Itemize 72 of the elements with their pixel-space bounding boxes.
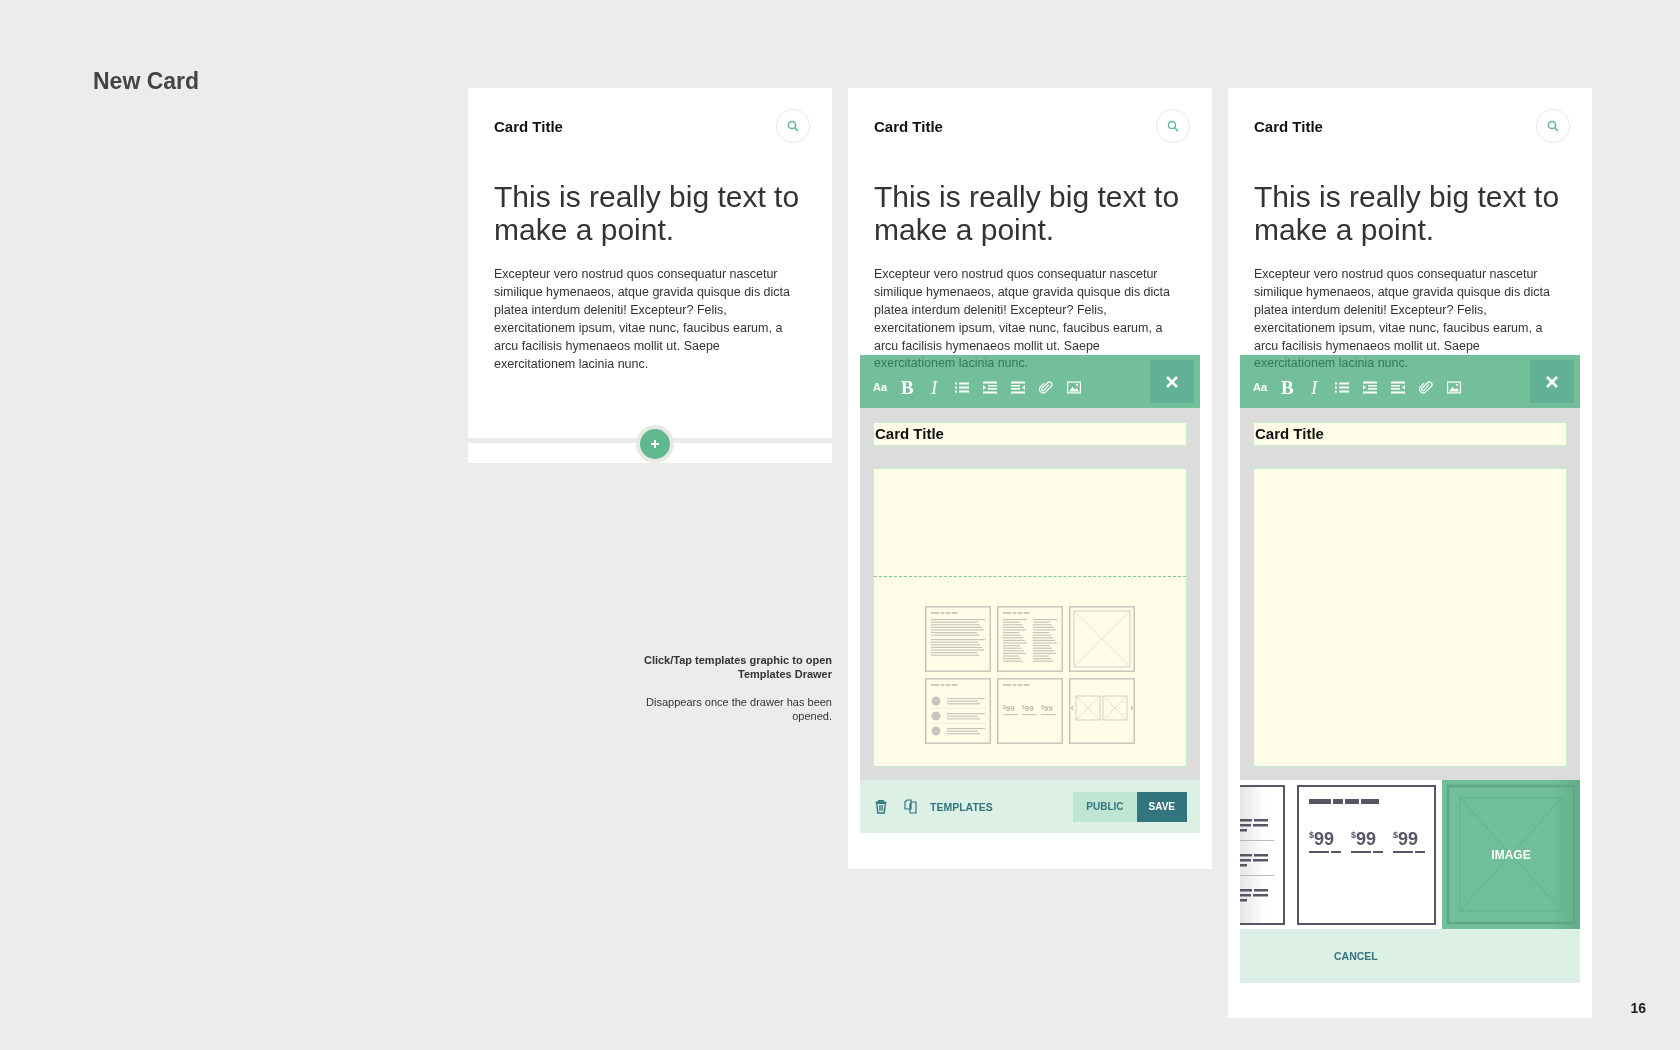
indent-icon[interactable] [983,380,997,394]
template-thumbnail[interactable] [925,606,991,672]
bold-button[interactable]: B [901,377,914,397]
indent-icon[interactable] [1363,380,1377,394]
card-title: Card Title [874,117,943,135]
add-button[interactable] [636,425,674,463]
price-text: $^{$}$99 [1393,827,1420,848]
template-thumbnail[interactable] [997,606,1063,672]
headline-text: This is really big text to make a point. [874,180,1181,246]
annotation-note: Disappears once the drawer has been opened. [645,695,832,723]
close-icon [1545,374,1559,389]
image-icon[interactable] [1067,380,1081,394]
search-icon [787,120,799,132]
search-button[interactable] [776,109,810,143]
image-icon[interactable] [1447,380,1461,394]
body-text: Excepteur vero nostrud quos consequatur nascetur similique hymenaeos, atque gravida quisque dis dicta platea interdum deleniti! Excepteur? Felis, exercitationem ipsum, vitae nunc, faucibus earum, a arcu facilisis hymenaeos mollit ut. Saepe [874,266,1171,355]
font-size-button[interactable]: Aa [873,381,887,393]
close-icon [1165,374,1179,389]
body-text: Excepteur vero nostrud quos consequatur nascetur similique hymenaeos, atque gravida quisque dis dicta platea interdum deleniti! Excepteur? Felis, exercitationem ipsum, vitae nunc, faucibus earum, a arcu facilisis hymenaeos mollit ut. Saepe exercitationem lacinia nunc. [494,266,791,373]
annotation-heading: Click/Tap templates graphic to open Templates Drawer [642,653,832,681]
search-button[interactable] [1536,109,1570,143]
headline-text: This is really big text to make a point. [1254,180,1561,246]
public-button[interactable]: PUBLIC [1073,791,1137,822]
font-size-button[interactable]: Aa [1253,381,1267,393]
search-icon [1547,120,1559,132]
title-field[interactable]: Card Title [1253,422,1567,446]
body-field[interactable]: $^{$}$99 $^{$}$99 $^{$}$99 [873,468,1187,767]
copy-icon[interactable] [904,799,918,814]
template-tile[interactable] [1240,784,1285,925]
bulleted-list-icon[interactable] [955,380,969,394]
trash-icon[interactable] [874,799,888,814]
template-thumbnail[interactable] [925,678,991,744]
body-field[interactable] [1253,468,1567,767]
save-button[interactable]: SAVE [1136,791,1187,822]
close-button[interactable] [1530,360,1574,403]
price-text: $^{$}$99 [1022,704,1034,713]
caption-placeholder-drawing [1351,850,1383,853]
outdent-icon[interactable] [1391,380,1405,394]
price-text: $^{$}$99 [1003,704,1015,713]
template-thumbnail[interactable] [1069,606,1135,672]
card-title: Card Title [494,117,563,135]
price-text: $^{$}$99 [1351,827,1378,848]
caption-placeholder-drawing [1393,850,1425,853]
search-icon [1167,120,1179,132]
heading-placeholder-drawing [1309,798,1379,804]
search-button[interactable] [1156,109,1190,143]
title-field[interactable]: Card Title [873,422,1187,446]
templates-button[interactable]: TEMPLATES [930,800,993,813]
bold-button[interactable]: B [1281,377,1294,397]
card-title: Card Title [1254,117,1323,135]
template-thumbnail[interactable]: $^{$}$99 $^{$}$99 $^{$}$99 [997,678,1063,744]
plus-icon [650,439,660,449]
page-title: New Card [93,68,201,95]
body-text: Excepteur vero nostrud quos consequatur nascetur similique hymenaeos, atque gravida quisque dis dicta platea interdum deleniti! Excepteur? Felis, exercitationem ipsum, vitae nunc, faucibus earum, a arcu facilisis hymenaeos mollit ut. Saepe [1254,266,1551,355]
template-thumbnail[interactable] [1069,678,1135,744]
outdent-icon[interactable] [1011,380,1025,394]
italic-button[interactable]: I [931,377,941,397]
image-template-tile[interactable]: IMAGE [1442,780,1580,929]
headline-text: This is really big text to make a point. [494,180,801,246]
cancel-button[interactable]: CANCEL [1334,950,1378,962]
body-text: exercitationem lacinia nunc. [1254,356,1410,370]
italic-button[interactable]: I [1311,377,1321,397]
template-tile[interactable]: $^{$}$99 $^{$}$99 $^{$}$99 [1297,784,1436,925]
paperclip-icon[interactable] [1039,380,1053,394]
body-text: exercitationem lacinia nunc. [874,356,1030,370]
paperclip-icon[interactable] [1419,380,1433,394]
caption-placeholder-drawing [1309,850,1341,853]
price-text: $^{$}$99 [1309,827,1336,848]
page-number: 16 [1630,1000,1646,1016]
price-text: $^{$}$99 [1041,704,1053,713]
close-button[interactable] [1150,360,1194,403]
bulleted-list-icon[interactable] [1335,380,1349,394]
